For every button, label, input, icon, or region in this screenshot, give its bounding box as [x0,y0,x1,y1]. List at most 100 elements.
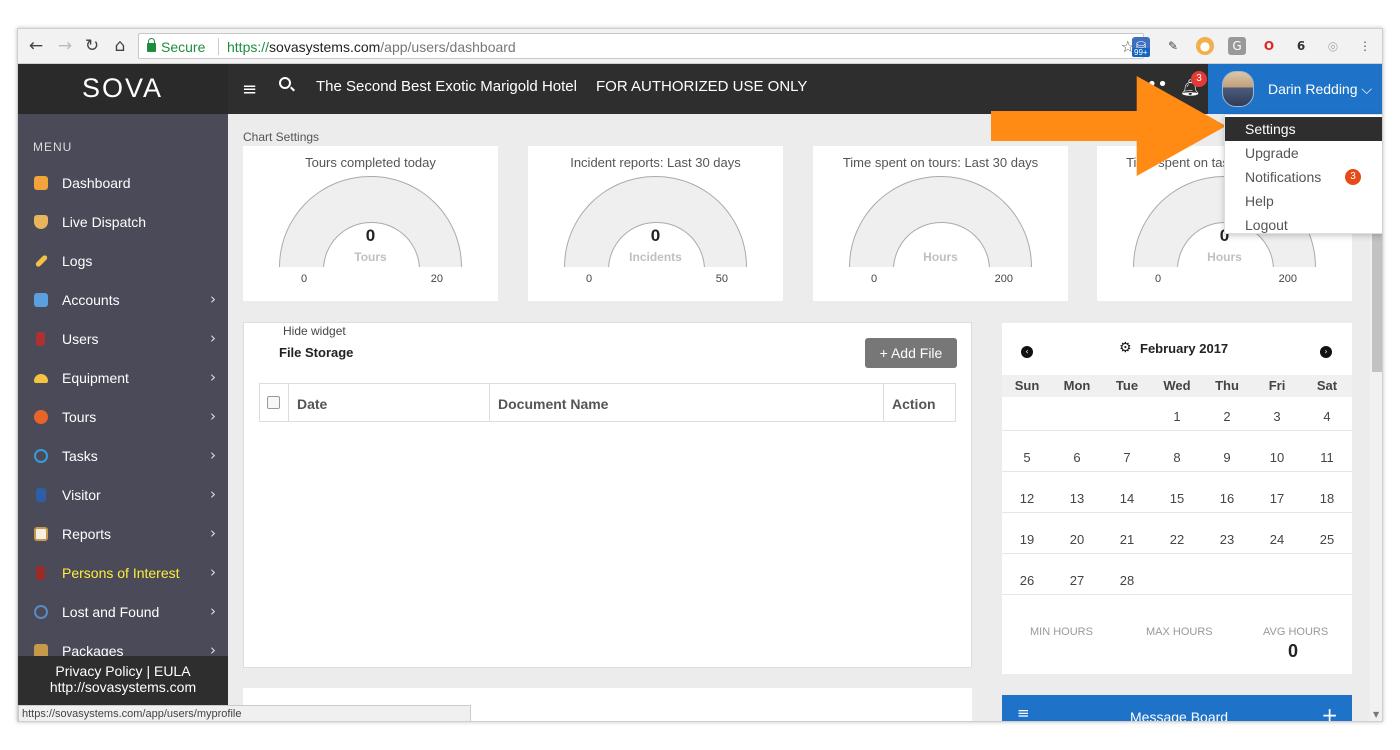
calendar-day[interactable]: 26 [1002,573,1052,588]
chevron-right-icon: › [210,368,216,386]
calendar-day[interactable]: 16 [1202,491,1252,506]
calendar-day[interactable]: 19 [1002,532,1052,547]
calendar-day[interactable]: 1 [1152,409,1202,424]
calendar-day[interactable]: 10 [1252,450,1302,465]
address-bar[interactable]: Secure https://sovasystems.com/app/users… [138,33,1144,59]
calendar-day[interactable]: 12 [1002,491,1052,506]
search-icon[interactable] [279,77,291,89]
calendar-day[interactable]: 14 [1102,491,1152,506]
sidebar-item-dashboard[interactable]: Dashboard [18,165,228,204]
calendar-day[interactable]: 15 [1152,491,1202,506]
calendar-weekday-row: Sun Mon Tue Wed Thu Fri Sat [1002,375,1352,397]
calendar-day[interactable]: 24 [1252,532,1302,547]
gear-icon[interactable]: ⚙ [1119,340,1132,356]
menu-item-help[interactable]: Help [1225,189,1382,213]
calendar-day[interactable]: 22 [1152,532,1202,547]
select-all-checkbox[interactable] [267,396,280,409]
sidebar-item-tours[interactable]: Tours › [18,399,228,438]
prev-month-icon[interactable]: ‹ [1021,346,1033,358]
calendar-day[interactable]: 23 [1202,532,1252,547]
gauge-min: 0 [301,273,308,285]
chevron-right-icon: › [210,602,216,620]
person-icon [36,566,45,580]
gauge-min: 0 [1155,273,1162,285]
calendar-day[interactable]: 8 [1152,450,1202,465]
calendar-day[interactable]: 20 [1052,532,1102,547]
sidebar-item-visitor[interactable]: Visitor › [18,477,228,516]
calendar-row-divider [1002,471,1352,472]
user-dropdown-menu: Settings Upgrade Notifications 3 Help Lo… [1224,114,1382,237]
calendar-day[interactable]: 13 [1052,491,1102,506]
message-board-menu-icon[interactable]: ≡ [1017,704,1030,721]
g-extension-icon[interactable]: G [1228,37,1246,55]
building-icon [34,293,48,307]
hide-widget-link[interactable]: Hide widget [283,324,346,338]
sidebar-item-accounts[interactable]: Accounts › [18,282,228,321]
calendar-day[interactable]: 7 [1102,450,1152,465]
privacy-policy-link[interactable]: Privacy Policy [55,663,142,679]
calendar-day[interactable]: 4 [1302,409,1352,424]
eula-link[interactable]: EULA [154,663,191,679]
browser-toolbar: ← → ↻ ⌂ Secure https://sovasystems.com/a… [18,29,1382,64]
file-table-header: Date Document Name Action [259,383,956,422]
menu-item-notifications[interactable]: Notifications 3 [1225,165,1382,189]
sidebar-item-users[interactable]: Users › [18,321,228,360]
next-month-icon[interactable]: › [1320,346,1332,358]
calendar-day[interactable]: 27 [1052,573,1102,588]
calendar-day[interactable]: 3 [1252,409,1302,424]
calendar-day[interactable]: 11 [1302,450,1352,465]
weekday-header: Fri [1268,378,1286,393]
calendar-day[interactable]: 9 [1202,450,1252,465]
palette-icon[interactable]: ● [1196,37,1214,55]
calendar-day[interactable]: 6 [1052,450,1102,465]
circle-extension-icon[interactable]: ◎ [1324,37,1342,55]
chrome-menu-icon[interactable]: ⋮ [1356,37,1374,55]
menu-item-logout[interactable]: Logout [1225,213,1382,237]
sidebar-item-lost-and-found[interactable]: Lost and Found › [18,594,228,633]
calendar-day[interactable]: 17 [1252,491,1302,506]
gauge-unit: Incidents [629,250,682,264]
menu-item-upgrade[interactable]: Upgrade [1225,141,1382,165]
reload-icon[interactable]: ↻ [82,36,102,56]
sidebar-item-reports[interactable]: Reports › [18,516,228,555]
column-date[interactable]: Date [297,384,327,421]
scroll-down-icon[interactable]: ▼ [1373,710,1379,719]
footer-url-link[interactable]: http://sovasystems.com [18,679,228,695]
chart-settings-link[interactable]: Chart Settings [243,130,319,144]
url-text[interactable]: https://sovasystems.com/app/users/dashbo… [227,39,516,55]
menu-item-settings[interactable]: Settings [1225,117,1382,141]
user-menu-toggle[interactable]: Darin Redding ⌵ [1208,64,1382,114]
sidebar-item-tasks[interactable]: Tasks › [18,438,228,477]
gauge-min: 0 [586,273,593,285]
message-board-header: ≡ Message Board + [1002,695,1352,721]
add-file-button[interactable]: + Add File [865,338,957,368]
calendar-day[interactable]: 21 [1102,532,1152,547]
chevron-right-icon: › [210,407,216,425]
back-icon[interactable]: ← [26,36,46,56]
eyedropper-icon[interactable]: ✎ [1164,37,1182,55]
column-document-name[interactable]: Document Name [489,384,883,421]
opera-icon[interactable]: O [1260,37,1278,55]
sidebar-item-logs[interactable]: Logs [18,243,228,282]
user-icon [36,332,45,346]
add-message-icon[interactable]: + [1321,703,1338,721]
forward-icon[interactable]: → [55,36,75,56]
calendar-day[interactable]: 5 [1002,450,1052,465]
chevron-down-icon: ⌵ [1361,81,1373,97]
gauge-unit: Hours [923,250,958,264]
sidebar-item-persons-of-interest[interactable]: Persons of Interest › [18,555,228,594]
calendar-day[interactable]: 18 [1302,491,1352,506]
sidebar-item-live-dispatch[interactable]: Live Dispatch [18,204,228,243]
six-extension-icon[interactable]: 6 [1292,37,1310,55]
calendar-day[interactable]: 25 [1302,532,1352,547]
menu-title: MENU [33,140,73,154]
calendar-day[interactable]: 28 [1102,573,1152,588]
calendar-day[interactable]: 2 [1202,409,1252,424]
sova-logo[interactable]: SOVA [82,73,163,104]
sidebar-item-equipment[interactable]: Equipment › [18,360,228,399]
hamburger-menu-icon[interactable]: ≡ [242,79,257,100]
file-storage-title: File Storage [279,345,354,360]
secure-indicator[interactable]: Secure [147,38,205,55]
footer-divider: | [146,663,151,679]
home-icon[interactable]: ⌂ [110,36,130,56]
